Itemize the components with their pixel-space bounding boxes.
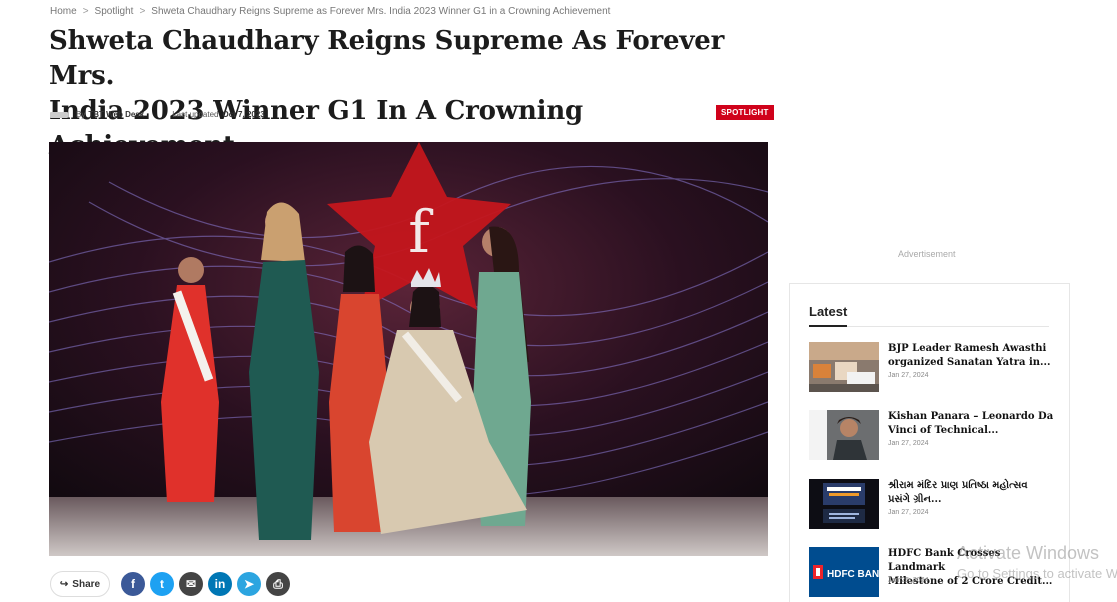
hero-image: f [49, 142, 768, 556]
breadcrumb-separator: > [139, 6, 146, 17]
twitter-share-icon[interactable]: t [150, 572, 174, 596]
post-title[interactable]: BJP Leader Ramesh Awasthi organized Sanat… [888, 342, 1058, 370]
article-meta: By TBT Web Desk Last updated Oct 7, 2023 [50, 110, 265, 119]
advertisement-label: Advertisement [898, 249, 956, 259]
post-thumbnail[interactable] [809, 479, 879, 529]
latest-divider [809, 325, 1049, 327]
article-title-line1: Shweta Chaudhary Reigns Supreme As Forev… [49, 26, 725, 91]
telegram-share-icon[interactable]: ➤ [237, 572, 261, 596]
author-avatar[interactable] [50, 111, 68, 118]
hdfc-thumb-text: HDFC BAN [827, 569, 879, 580]
latest-widget: Latest BJP Leader Ramesh Awasthi organize… [789, 283, 1070, 602]
linkedin-share-icon[interactable]: in [208, 572, 232, 596]
latest-post[interactable]: BJP Leader Ramesh Awasthi organized Sanat… [809, 342, 1059, 394]
post-title[interactable]: શ્રીરામ મંદિર પ્રાણ પ્રતિષ્ઠા મહોત્સવ પ્ર… [888, 479, 1058, 507]
share-icon: ↪ [59, 578, 69, 590]
latest-post[interactable]: HDFC BAN HDFC Bank Crosses Landmark Miles… [809, 547, 1059, 599]
last-updated-label: Last updated [172, 110, 219, 119]
post-thumbnail[interactable]: HDFC BAN [809, 547, 879, 597]
star-logo-letter: f [408, 198, 433, 266]
breadcrumb-current: Shweta Chaudhary Reigns Supreme as Forev… [151, 6, 611, 17]
post-title[interactable]: Kishan Panara – Leonardo Da Vinci of Tech… [888, 410, 1058, 438]
latest-post[interactable]: શ્રીરામ મંદિર પ્રાણ પ્રતિષ્ઠા મહોત્સવ પ્ર… [809, 479, 1059, 531]
by-label: By [76, 110, 86, 119]
post-date: Jan 27, 2024 [888, 509, 929, 516]
facebook-share-icon[interactable]: f [121, 572, 145, 596]
last-updated-date: Oct 7, 2023 [222, 110, 265, 119]
share-button[interactable]: ↪ Share [50, 571, 110, 597]
share-label: Share [72, 578, 101, 590]
post-date: Jan 27, 2024 [888, 440, 929, 447]
breadcrumb-home-link[interactable]: Home [50, 6, 77, 17]
post-thumbnail[interactable] [809, 410, 879, 460]
breadcrumb-section-link[interactable]: Spotlight [95, 6, 134, 17]
print-icon[interactable]: ⎙ [266, 572, 290, 596]
hero-photo-illustration: f [49, 142, 768, 556]
latest-post[interactable]: Kishan Panara – Leonardo Da Vinci of Tech… [809, 410, 1059, 462]
share-bar: ↪ Share f t ✉ in ➤ ⎙ [50, 571, 290, 597]
author-link[interactable]: TBT Web Desk [88, 110, 144, 119]
latest-heading: Latest [809, 304, 848, 319]
category-badge[interactable]: SPOTLIGHT [716, 105, 774, 120]
breadcrumb-separator: > [82, 6, 89, 17]
post-date: Jan 26, 2024 [888, 577, 929, 584]
post-thumbnail[interactable] [809, 342, 879, 392]
post-date: Jan 27, 2024 [888, 372, 929, 379]
breadcrumb: Home > Spotlight > Shweta Chaudhary Reigns S… [50, 6, 610, 17]
email-share-icon[interactable]: ✉ [179, 572, 203, 596]
